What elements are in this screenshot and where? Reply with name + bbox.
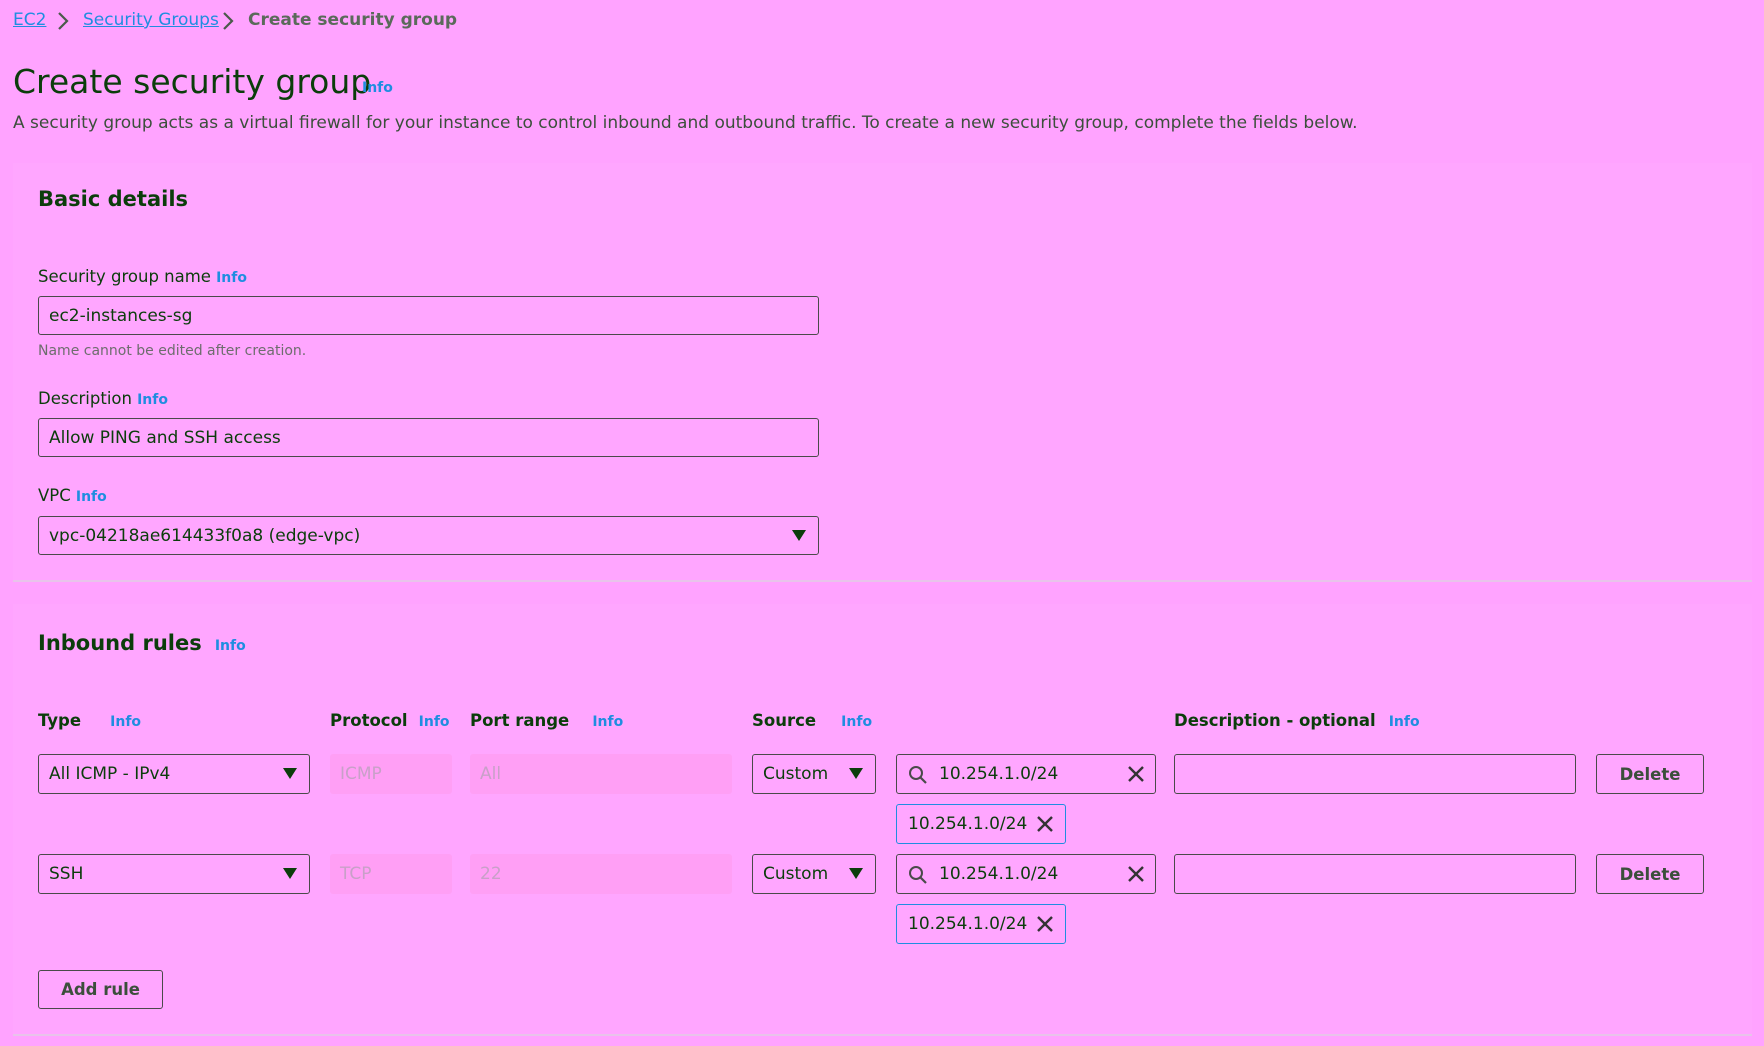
breadcrumb-ec2[interactable]: EC2: [13, 10, 46, 30]
vpc-info-link[interactable]: Info: [76, 489, 107, 505]
column-port-range-label: Port range: [470, 711, 570, 730]
chevron-right-icon: [58, 12, 69, 30]
column-header-port-range: Port range Info: [470, 711, 623, 730]
page-info-link[interactable]: Info: [362, 80, 393, 96]
rule-source-type-select[interactable]: Custom: [752, 754, 876, 794]
rule-protocol-value: ICMP: [340, 764, 382, 784]
port-range-info-link[interactable]: Info: [592, 714, 623, 730]
vpc-label-row: VPC Info: [38, 486, 107, 505]
description-column-info-link[interactable]: Info: [1389, 714, 1420, 730]
basic-details-panel: Basic details Security group name Info e…: [13, 163, 1752, 582]
source-token-label: 10.254.1.0/24: [908, 914, 1028, 934]
basic-details-title: Basic details: [38, 187, 189, 211]
rule-port-range-value: All: [480, 764, 502, 784]
description-label-row: Description Info: [38, 389, 168, 408]
caret-down-icon: [283, 768, 297, 779]
security-group-name-hint: Name cannot be edited after creation.: [38, 343, 307, 359]
rule-port-range-value: 22: [480, 864, 502, 884]
column-source-label: Source: [752, 711, 817, 730]
rule-protocol-value: TCP: [340, 864, 372, 884]
source-token: 10.254.1.0/24: [896, 804, 1066, 844]
description-info-link[interactable]: Info: [137, 392, 168, 408]
rule-source-search-input[interactable]: 10.254.1.0/24: [896, 754, 1156, 794]
rule-description-input[interactable]: [1174, 754, 1576, 794]
security-group-name-info-link[interactable]: Info: [216, 270, 247, 286]
column-protocol-label: Protocol: [330, 711, 408, 730]
source-token: 10.254.1.0/24: [896, 904, 1066, 944]
column-header-type: Type Info: [38, 711, 141, 730]
vpc-select[interactable]: vpc-04218ae614433f0a8 (edge-vpc): [38, 516, 819, 555]
rule-source-search-value: 10.254.1.0/24: [939, 864, 1059, 884]
column-description-label: Description - optional: [1174, 711, 1376, 730]
close-icon[interactable]: [1036, 815, 1054, 833]
inbound-rules-info-link[interactable]: Info: [215, 638, 246, 654]
close-icon[interactable]: [1036, 915, 1054, 933]
rule-port-range-field: 22: [470, 854, 732, 894]
page-subtitle: A security group acts as a virtual firew…: [13, 113, 1358, 133]
breadcrumb-security-groups[interactable]: Security Groups: [83, 10, 219, 30]
search-icon: [909, 866, 927, 884]
protocol-info-link[interactable]: Info: [419, 714, 450, 730]
security-group-name-label-row: Security group name Info: [38, 267, 247, 286]
description-label: Description: [38, 389, 132, 408]
description-input[interactable]: Allow PING and SSH access: [38, 418, 819, 457]
inbound-rules-panel: Inbound rules Info Type Info Protocol In…: [13, 604, 1752, 1036]
chevron-right-icon: [223, 12, 234, 30]
rule-type-select[interactable]: SSH: [38, 854, 310, 894]
vpc-label: VPC: [38, 486, 71, 505]
rule-protocol-field: ICMP: [330, 754, 452, 794]
security-group-name-label: Security group name: [38, 267, 211, 286]
column-header-source: Source Info: [752, 711, 872, 730]
clear-icon[interactable]: [1127, 865, 1145, 883]
column-header-description: Description - optional Info: [1174, 711, 1420, 730]
search-icon: [909, 766, 927, 784]
rule-type-value: All ICMP - IPv4: [49, 764, 171, 784]
rule-protocol-field: TCP: [330, 854, 452, 894]
rule-type-value: SSH: [49, 864, 84, 884]
caret-down-icon: [792, 529, 806, 541]
inbound-rules-title: Inbound rules: [38, 631, 202, 655]
rule-source-type-value: Custom: [763, 764, 829, 784]
rule-source-search-value: 10.254.1.0/24: [939, 764, 1059, 784]
description-value: Allow PING and SSH access: [49, 427, 281, 448]
type-info-link[interactable]: Info: [110, 714, 141, 730]
source-token-label: 10.254.1.0/24: [908, 814, 1028, 834]
rule-source-type-select[interactable]: Custom: [752, 854, 876, 894]
column-header-protocol: Protocol Info: [330, 711, 450, 730]
security-group-name-value: ec2-instances-sg: [49, 305, 193, 326]
rule-type-select[interactable]: All ICMP - IPv4: [38, 754, 310, 794]
delete-rule-button[interactable]: Delete: [1596, 754, 1704, 794]
rule-source-type-value: Custom: [763, 864, 829, 884]
add-rule-button[interactable]: Add rule: [38, 970, 163, 1009]
rule-description-input[interactable]: [1174, 854, 1576, 894]
clear-icon[interactable]: [1127, 765, 1145, 783]
breadcrumb-current: Create security group: [248, 10, 458, 30]
source-info-link[interactable]: Info: [841, 714, 872, 730]
delete-rule-button[interactable]: Delete: [1596, 854, 1704, 894]
security-group-name-input[interactable]: ec2-instances-sg: [38, 296, 819, 335]
page-title: Create security group: [13, 62, 372, 101]
caret-down-icon: [283, 868, 297, 879]
caret-down-icon: [849, 868, 863, 879]
vpc-value: vpc-04218ae614433f0a8 (edge-vpc): [49, 525, 361, 546]
caret-down-icon: [849, 768, 863, 779]
inbound-rules-title-row: Inbound rules Info: [38, 631, 246, 655]
column-type-label: Type: [38, 711, 82, 730]
rule-source-search-input[interactable]: 10.254.1.0/24: [896, 854, 1156, 894]
rule-port-range-field: All: [470, 754, 732, 794]
